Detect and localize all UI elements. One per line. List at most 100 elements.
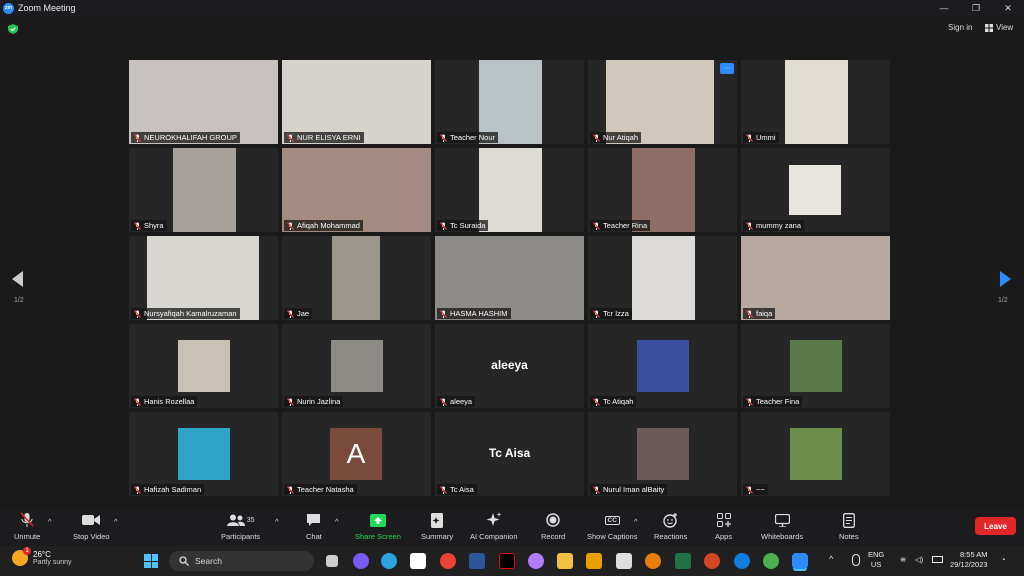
show-captions-button[interactable]: CC Show Captions	[587, 512, 637, 541]
ai-companion-button[interactable]: AI Companion	[470, 512, 518, 541]
photos-icon[interactable]	[586, 553, 602, 569]
mic-muted-icon	[440, 309, 447, 318]
close-button[interactable]: ✕	[992, 0, 1024, 16]
participant-name-tag: Nurin Jazlina	[284, 396, 344, 407]
participant-tile[interactable]: Hafizah Sadiman	[129, 412, 278, 496]
participant-name: Hafizah Sadiman	[144, 485, 202, 494]
view-button[interactable]: View	[985, 23, 1013, 32]
unmute-button[interactable]: Unmute	[14, 512, 40, 541]
participant-tile[interactable]: HASMA HASHIM	[435, 236, 584, 320]
participant-tile[interactable]: Teacher Rina	[588, 148, 737, 232]
microphone-tray-icon[interactable]	[852, 554, 860, 566]
participant-name-tag: NUR ELISYA ERNI	[284, 132, 364, 143]
participant-name: Jae	[297, 309, 310, 318]
mic-muted-icon	[134, 485, 141, 494]
participant-tile[interactable]: mummy zana	[741, 148, 890, 232]
participant-tile[interactable]: Tc Suraida	[435, 148, 584, 232]
canva-icon[interactable]	[528, 553, 544, 569]
chat-chevron-icon[interactable]: ^	[335, 517, 339, 526]
participant-name: Teacher Natasha	[297, 485, 354, 494]
clock[interactable]: 8:55 AM 29/12/2023	[950, 550, 988, 570]
leave-button[interactable]: Leave	[975, 517, 1016, 535]
chat-button[interactable]: Chat	[306, 512, 322, 541]
record-button[interactable]: Record	[541, 512, 565, 541]
reactions-smiley-icon	[663, 512, 678, 528]
notifications-bell-icon[interactable]: ◔	[1001, 555, 1006, 565]
audio-options-chevron-icon[interactable]: ^	[48, 517, 52, 526]
participant-tile[interactable]: Tc Atiqah	[588, 324, 737, 408]
whiteboards-button[interactable]: Whiteboards	[761, 512, 803, 541]
apps-button[interactable]: Apps	[715, 512, 732, 541]
participant-tile[interactable]: Hanis Rozellaa	[129, 324, 278, 408]
participant-tile[interactable]: Tcr Izza	[588, 236, 737, 320]
participant-name-tag: aleeya	[437, 396, 476, 407]
participant-tile[interactable]: Ummi	[741, 60, 890, 144]
participant-tile[interactable]: Tc Aisa Tc Aisa	[435, 412, 584, 496]
language-indicator[interactable]: ENG US	[868, 550, 884, 570]
participant-name: Teacher Rina	[603, 221, 648, 230]
previous-page-arrow-icon[interactable]	[12, 271, 23, 287]
mic-muted-icon	[440, 485, 447, 494]
participant-name-tag: Tcr Izza	[590, 308, 632, 319]
teams-chat-icon[interactable]	[353, 553, 369, 569]
battery-icon[interactable]	[932, 556, 943, 563]
share-screen-button[interactable]: Share Screen	[355, 512, 401, 541]
wifi-icon[interactable]: ≋	[900, 555, 906, 565]
more-options-button[interactable]: ···	[720, 63, 734, 74]
participant-tile[interactable]: A Teacher Natasha	[282, 412, 431, 496]
captions-chevron-icon[interactable]: ^	[634, 517, 638, 526]
word-icon[interactable]	[469, 553, 485, 569]
participant-tile[interactable]: NEUROKHALIFAH GROUP	[129, 60, 278, 144]
participant-tile[interactable]: Nurul Iman alBaity	[588, 412, 737, 496]
telegram-icon[interactable]	[381, 553, 397, 569]
sign-in-link[interactable]: Sign in	[948, 23, 972, 32]
task-view-icon[interactable]	[326, 555, 338, 567]
participant-name: Tc Aisa	[450, 485, 474, 494]
maximize-button[interactable]: ❐	[960, 0, 992, 16]
edge-icon[interactable]	[734, 553, 750, 569]
participant-tile[interactable]: Afiqah Mohammad	[282, 148, 431, 232]
store-icon[interactable]	[616, 553, 632, 569]
windows-start-icon[interactable]	[144, 554, 158, 568]
next-page-arrow-icon[interactable]	[1000, 271, 1011, 287]
weather-widget[interactable]: 1 26°C Partly sunny	[12, 547, 72, 566]
participant-tile[interactable]: Nursyafiqah Kamalruzaman	[129, 236, 278, 320]
participants-chevron-icon[interactable]: ^	[275, 517, 279, 526]
summary-button[interactable]: Summary	[421, 512, 453, 541]
participant-tile[interactable]: Jae	[282, 236, 431, 320]
video-options-chevron-icon[interactable]: ^	[114, 517, 118, 526]
participant-tile[interactable]: Teacher Nour	[435, 60, 584, 144]
tray-overflow-chevron-icon[interactable]: ^	[829, 554, 833, 564]
participant-tile[interactable]: Teacher Fina	[741, 324, 890, 408]
mic-muted-icon	[593, 221, 600, 230]
chrome-icon[interactable]	[440, 553, 456, 569]
blender-icon[interactable]	[645, 553, 661, 569]
share-screen-label: Share Screen	[355, 532, 401, 541]
participant-tile[interactable]: aleeya aleeya	[435, 324, 584, 408]
participant-name-tag: Teacher Nour	[437, 132, 499, 143]
encryption-shield-icon[interactable]	[8, 24, 18, 34]
page-indicator-left: 1/2	[14, 297, 24, 304]
participant-tile[interactable]: faiqa	[741, 236, 890, 320]
participant-tile[interactable]: Nurin Jazlina	[282, 324, 431, 408]
participant-tile[interactable]: NUR ELISYA ERNI	[282, 60, 431, 144]
zoom-taskbar-icon[interactable]	[792, 553, 808, 569]
notes-button[interactable]: Notes	[839, 512, 859, 541]
netflix-icon[interactable]	[499, 553, 515, 569]
reactions-button[interactable]: Reactions	[654, 512, 687, 541]
participant-tile[interactable]: ~~	[741, 412, 890, 496]
minimize-button[interactable]: —	[928, 0, 960, 16]
excel-icon[interactable]	[675, 553, 691, 569]
participant-name: NUR ELISYA ERNI	[297, 133, 361, 142]
chrome-profile-icon[interactable]	[763, 553, 779, 569]
volume-icon[interactable]: ◁)	[915, 555, 923, 565]
file-explorer-icon[interactable]	[557, 553, 573, 569]
participants-button[interactable]: 35 Participants	[221, 512, 260, 541]
participant-tile[interactable]: Shyra	[129, 148, 278, 232]
powerpoint-icon[interactable]	[704, 553, 720, 569]
capcut-icon[interactable]	[410, 553, 426, 569]
taskbar-search[interactable]: Search	[169, 551, 314, 571]
stop-video-button[interactable]: Stop Video	[73, 512, 110, 541]
participant-tile[interactable]: ··· Nur Atiqah	[588, 60, 737, 144]
mic-muted-icon	[134, 309, 141, 318]
